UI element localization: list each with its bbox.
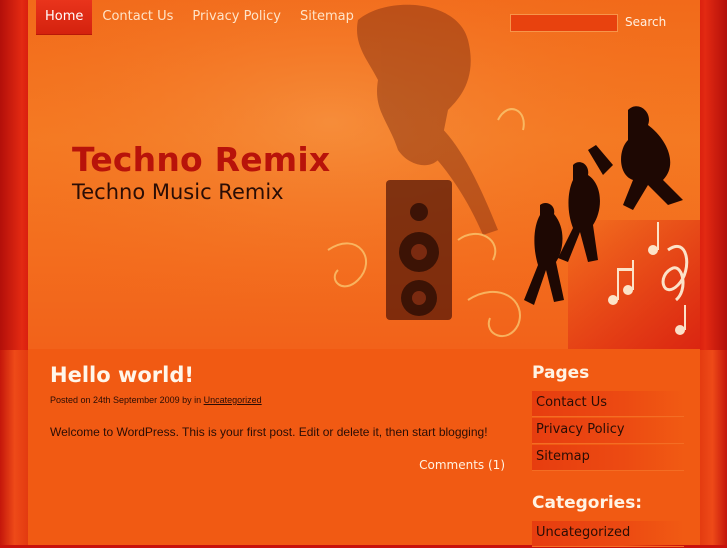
post-category-link[interactable]: Uncategorized xyxy=(204,395,262,405)
post: Hello world! Posted on 24th September 20… xyxy=(50,363,505,472)
categories-list: Uncategorized xyxy=(532,521,684,547)
speaker-icon xyxy=(386,180,452,320)
pages-list: Contact Us Privacy Policy Sitemap xyxy=(532,391,684,471)
page-wrapper: Home Contact Us Privacy Policy Sitemap S… xyxy=(28,0,700,548)
nav-home[interactable]: Home xyxy=(36,0,93,35)
categories-widget-title: Categories: xyxy=(532,493,643,513)
main-nav: Home Contact Us Privacy Policy Sitemap xyxy=(36,0,364,35)
post-title[interactable]: Hello world! xyxy=(50,363,505,387)
post-comments-link[interactable]: Comments (1) xyxy=(50,458,505,472)
post-meta: Posted on 24th September 2009 by in Unca… xyxy=(50,395,505,405)
post-meta-text: Posted on 24th September 2009 by in xyxy=(50,395,202,405)
post-body: Welcome to WordPress. This is your first… xyxy=(50,425,488,439)
sidebar: Pages Contact Us Privacy Policy Sitemap … xyxy=(532,363,684,548)
sidebar-category-uncategorized[interactable]: Uncategorized xyxy=(532,521,684,547)
search-button[interactable]: Search xyxy=(619,12,672,32)
site-title[interactable]: Techno Remix xyxy=(72,140,330,179)
site-tagline: Techno Music Remix xyxy=(72,180,284,204)
nav-privacy-policy[interactable]: Privacy Policy xyxy=(183,0,290,34)
nav-sitemap[interactable]: Sitemap xyxy=(291,0,363,34)
sidebar-page-sitemap[interactable]: Sitemap xyxy=(532,445,684,471)
search-input[interactable] xyxy=(510,14,618,32)
site-header: Home Contact Us Privacy Policy Sitemap S… xyxy=(28,0,700,349)
sidebar-page-privacy-policy[interactable]: Privacy Policy xyxy=(532,418,684,444)
pages-widget-title: Pages xyxy=(532,363,590,383)
main-content: Hello world! Posted on 24th September 20… xyxy=(28,349,700,548)
sidebar-page-contact-us[interactable]: Contact Us xyxy=(532,391,684,417)
nav-contact-us[interactable]: Contact Us xyxy=(93,0,182,34)
